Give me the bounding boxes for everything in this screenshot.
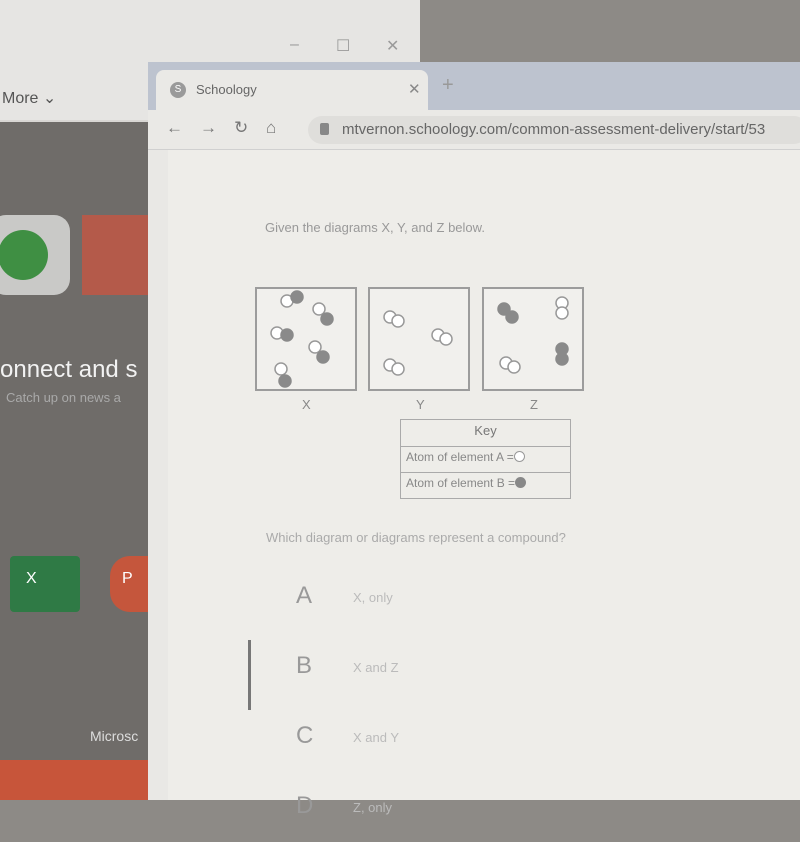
minimize-icon[interactable]: –: [290, 36, 299, 54]
atom-b: [290, 290, 304, 304]
atom-b-icon: [515, 477, 527, 488]
schoology-favicon-icon: S: [170, 82, 186, 98]
tab-title: Schoology: [196, 82, 257, 97]
molecule-AA: [555, 296, 569, 320]
molecule-BB: [497, 302, 519, 324]
atom-a: [391, 314, 405, 328]
tab-bar: S Schoology ✕ +: [148, 62, 800, 110]
selected-indicator: [248, 640, 251, 710]
atom-b: [320, 312, 334, 326]
molecule-AB: [280, 290, 304, 308]
diagram-z-label: Z: [530, 397, 538, 412]
toolbar: ← → ↻ ⌂ mtvernon.schoology.com/common-as…: [148, 110, 800, 150]
powerpoint-icon[interactable]: P: [110, 556, 150, 612]
molecule-AB: [312, 302, 334, 326]
molecule-AB: [308, 340, 330, 364]
diagram-x: [255, 287, 357, 391]
atom-a: [391, 362, 405, 376]
home-icon[interactable]: ⌂: [266, 118, 276, 138]
atom-a: [439, 332, 453, 346]
atom-a: [312, 302, 326, 316]
atom-a: [507, 360, 521, 374]
option-c[interactable]: CX and Y: [268, 722, 768, 772]
new-tab-icon[interactable]: +: [442, 74, 454, 97]
atom-b: [316, 350, 330, 364]
catch-up-text: Catch up on news a: [6, 390, 121, 405]
whatsapp-icon[interactable]: [0, 215, 70, 295]
url-text: mtvernon.schoology.com/common-assessment…: [342, 121, 766, 138]
assessment-content: Given the diagrams X, Y, and Z below. X …: [168, 150, 800, 819]
atom-a: [308, 340, 322, 354]
diagram-x-label: X: [302, 397, 311, 412]
excel-icon[interactable]: X: [10, 556, 80, 612]
key-title: Key: [474, 423, 497, 438]
molecule-AB: [270, 326, 294, 342]
browser-window: S Schoology ✕ + ← → ↻ ⌂ mtvernon.schoolo…: [148, 62, 800, 819]
option-a[interactable]: A X, only: [268, 582, 768, 632]
atom-b: [555, 352, 569, 366]
tab-schoology[interactable]: S Schoology ✕: [156, 70, 428, 110]
atom-b: [505, 310, 519, 324]
connect-heading: onnect and s: [0, 356, 138, 383]
molecule-AA: [431, 328, 453, 346]
key-row-a: Atom of element A =: [401, 446, 570, 472]
diagram-y-label: Y: [416, 397, 425, 412]
diagram-y: [368, 287, 470, 391]
address-bar[interactable]: mtvernon.schoology.com/common-assessment…: [308, 116, 800, 144]
molecule-AB: [274, 362, 292, 388]
atom-b: [278, 374, 292, 388]
diagram-z: [482, 287, 584, 391]
more-menu[interactable]: More ⌄: [2, 88, 56, 108]
atom-a-icon: [513, 451, 525, 462]
taskbar-label: Microsc: [90, 728, 139, 744]
lock-icon: [320, 123, 329, 135]
app-tile-icon[interactable]: [82, 215, 148, 295]
key-table: Key Atom of element A = Atom of element …: [400, 419, 571, 499]
back-icon[interactable]: ←: [166, 118, 183, 138]
molecule-AA: [499, 356, 521, 374]
atom-a: [274, 362, 288, 376]
maximize-icon[interactable]: ☐: [336, 36, 350, 56]
reload-icon[interactable]: ↻: [234, 118, 248, 138]
molecule-AA: [383, 310, 405, 328]
option-b[interactable]: BX and Z: [268, 652, 768, 702]
molecule-BB: [555, 342, 569, 366]
question-text: Which diagram or diagrams represent a co…: [266, 530, 566, 545]
atom-a: [555, 306, 569, 320]
atom-b: [280, 328, 294, 342]
key-row-b: Atom of element B =: [401, 472, 570, 498]
molecule-AA: [383, 358, 405, 376]
close-icon[interactable]: ✕: [386, 36, 399, 56]
forward-icon[interactable]: →: [200, 118, 217, 138]
tab-close-icon[interactable]: ✕: [408, 80, 421, 98]
question-prompt: Given the diagrams X, Y, and Z below.: [265, 220, 485, 235]
